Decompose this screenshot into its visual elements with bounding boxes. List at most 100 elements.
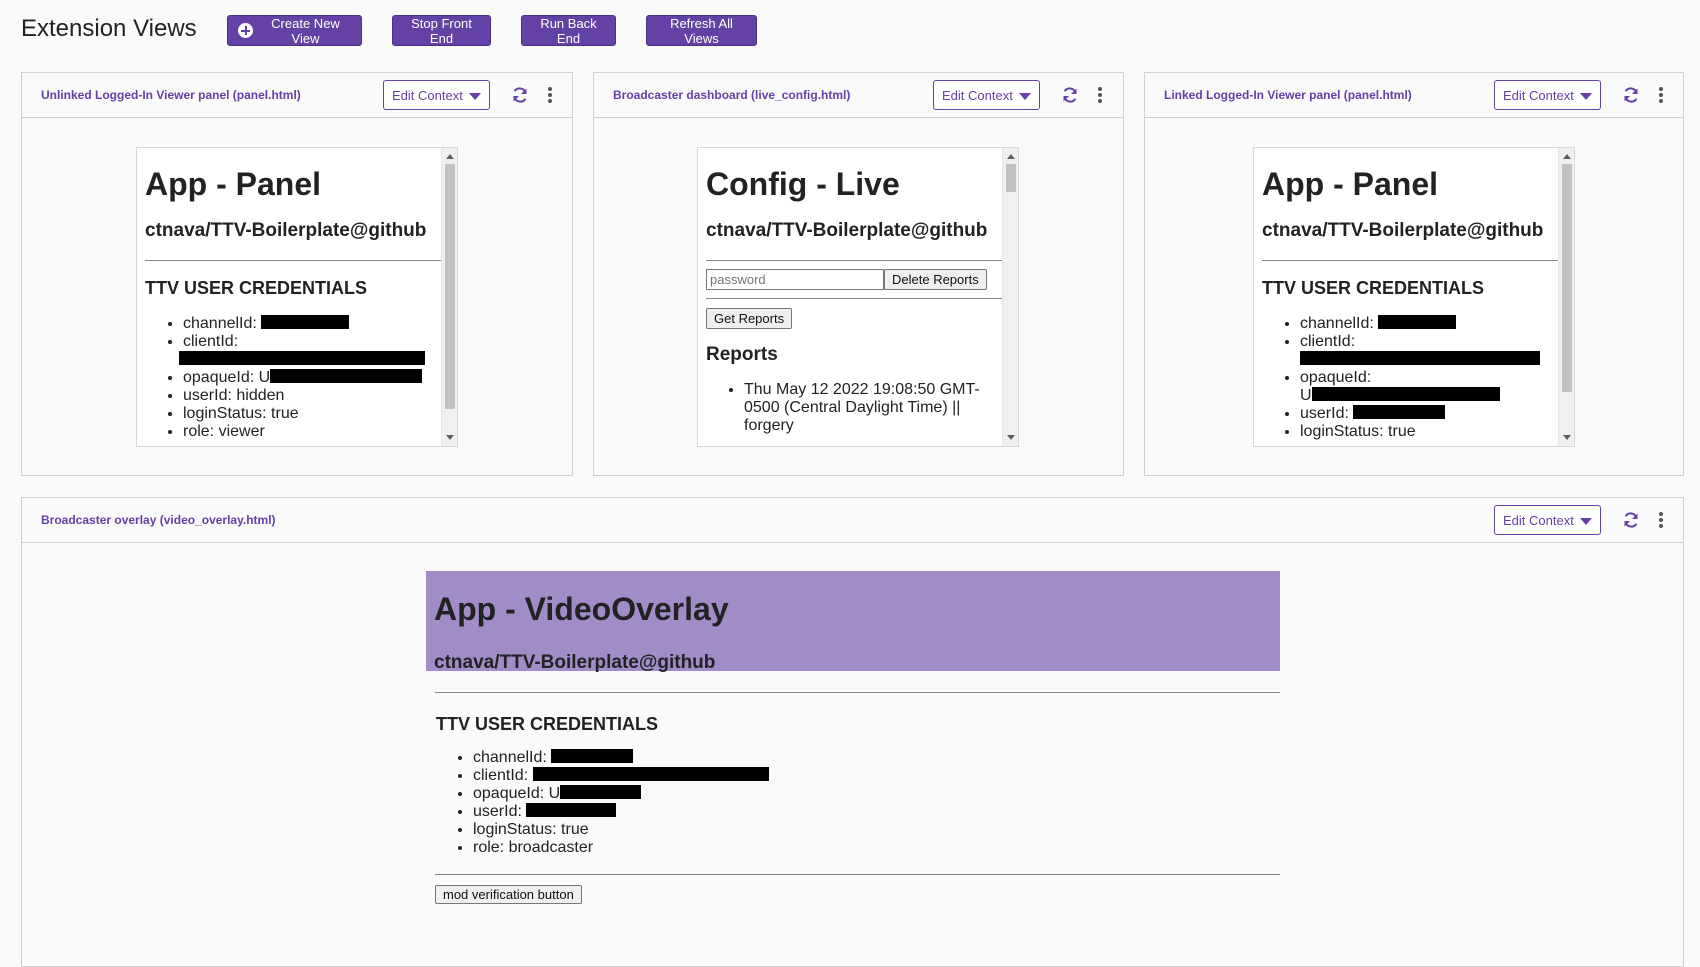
top-bar: Extension Views Create New View Stop Fro… [0,0,1700,62]
stop-front-end-button[interactable]: Stop Front End [392,15,491,46]
password-form: Delete Reports [706,269,1002,290]
more-vertical-icon[interactable] [1656,510,1666,530]
scroll-down-arrow-icon[interactable] [1007,435,1015,440]
get-reports-button[interactable]: Get Reports [706,308,793,329]
scrollbar-thumb[interactable] [1562,164,1572,392]
list-item: opaqueId:U [1300,369,1558,405]
caret-down-icon [469,93,481,100]
scrollbar[interactable] [1002,148,1018,446]
card-header: Broadcaster overlay (video_overlay.html)… [22,498,1683,543]
scroll-up-arrow-icon[interactable] [1563,154,1571,159]
scroll-up-arrow-icon[interactable] [446,154,454,159]
channel-id-label: channelId: [183,315,257,332]
credentials-heading: TTV USER CREDENTIALS [436,714,659,734]
list-item: channelId: [473,749,1280,767]
login-status-label: loginStatus: true [183,405,299,422]
more-vertical-icon[interactable] [545,85,555,105]
view-card-unlinked-panel: Unlinked Logged-In Viewer panel (panel.h… [21,72,573,476]
refresh-all-views-button[interactable]: Refresh All Views [646,15,757,46]
divider [435,692,1280,693]
client-id-label: clientId: [183,333,239,350]
view-title: Linked Logged-In Viewer panel (panel.htm… [1164,88,1412,102]
list-item: opaqueId: U [183,369,441,387]
repo-name: ctnava/TTV-Boilerplate@github [434,652,716,673]
scrollbar[interactable] [1558,148,1574,446]
credentials-heading: TTV USER CREDENTIALS [145,278,368,298]
credentials-list: channelId: clientId: opaqueId: U userId:… [145,315,441,441]
opaque-id-label: opaqueId: [1300,369,1372,386]
password-input[interactable] [706,269,884,290]
list-item: userId: hidden [183,387,441,405]
scroll-up-arrow-icon[interactable] [1007,154,1015,159]
app-heading: App - Panel [145,166,322,202]
scrollbar-thumb[interactable] [1006,164,1016,192]
divider [706,298,1002,299]
redacted-value [1300,351,1540,365]
run-back-end-button[interactable]: Run Back End [521,15,616,46]
page-title: Extension Views [21,15,197,42]
edit-context-dropdown[interactable]: Edit Context [383,80,490,110]
divider [706,260,1002,261]
extension-iframe: Config - Live ctnava/TTV-Boilerplate@git… [697,147,1019,447]
edit-context-dropdown[interactable]: Edit Context [933,80,1040,110]
iframe-content: Config - Live ctnava/TTV-Boilerplate@git… [698,148,1002,446]
user-id-label: userId: [1300,405,1349,422]
redacted-value [1311,387,1500,401]
app-heading: App - VideoOverlay [434,591,729,627]
redacted-value [532,767,769,781]
more-vertical-icon[interactable] [1656,85,1666,105]
list-item: channelId: [1300,315,1558,333]
delete-reports-button[interactable]: Delete Reports [884,269,987,290]
credentials-list: channelId: clientId: opaqueId:U userId: … [1262,315,1558,441]
edit-context-label: Edit Context [1503,87,1574,103]
list-item: loginStatus: true [183,405,441,423]
scroll-down-arrow-icon[interactable] [1563,435,1571,440]
video-overlay-body: TTV USER CREDENTIALS channelId: clientId… [435,692,1280,904]
plus-circle-icon [238,23,253,38]
repo-name: ctnava/TTV-Boilerplate@github [145,220,427,241]
list-item: opaqueId: U [473,785,1280,803]
divider [435,874,1280,875]
opaque-id-label: opaqueId: U [473,785,561,802]
list-item: userId: [1300,405,1558,423]
redacted-value [270,369,423,383]
refresh-icon[interactable] [1622,511,1640,529]
redacted-value [560,785,642,799]
edit-context-label: Edit Context [1503,512,1574,528]
list-item: clientId: [473,767,1280,785]
view-title: Broadcaster overlay (video_overlay.html) [41,513,276,527]
iframe-content: App - Panel ctnava/TTV-Boilerplate@githu… [1254,148,1558,446]
refresh-icon[interactable] [1061,86,1079,104]
caret-down-icon [1580,518,1592,525]
extension-iframe: App - Panel ctnava/TTV-Boilerplate@githu… [1253,147,1575,447]
divider [1262,260,1558,261]
scrollbar[interactable] [441,148,457,446]
refresh-icon[interactable] [511,86,529,104]
refresh-icon[interactable] [1622,86,1640,104]
list-item: role: broadcaster [473,839,1280,857]
list-item: clientId: [179,333,441,369]
edit-context-dropdown[interactable]: Edit Context [1494,80,1601,110]
list-item: role: viewer [183,423,441,441]
login-status-label: loginStatus: true [473,821,589,838]
view-title: Broadcaster dashboard (live_config.html) [613,88,851,102]
list-item: clientId: [1300,333,1558,369]
more-vertical-icon[interactable] [1095,85,1105,105]
channel-id-label: channelId: [1300,315,1374,332]
edit-context-dropdown[interactable]: Edit Context [1494,505,1601,535]
channel-id-label: channelId: [473,749,547,766]
client-id-label: clientId: [1300,333,1356,350]
list-item: loginStatus: true [1300,423,1558,441]
scrollbar-thumb[interactable] [445,164,455,409]
scroll-down-arrow-icon[interactable] [446,435,454,440]
extension-iframe: App - Panel ctnava/TTV-Boilerplate@githu… [136,147,458,447]
edit-context-label: Edit Context [392,87,463,103]
user-id-label: userId: hidden [183,387,285,404]
app-heading: Config - Live [706,166,900,202]
redacted-value [179,351,425,365]
mod-verification-button[interactable]: mod verification button [435,885,582,904]
opaque-id-label: opaqueId: U [183,369,271,386]
role-label: role: viewer [183,423,265,440]
view-title: Unlinked Logged-In Viewer panel (panel.h… [41,88,301,102]
create-new-view-button[interactable]: Create New View [227,15,362,46]
